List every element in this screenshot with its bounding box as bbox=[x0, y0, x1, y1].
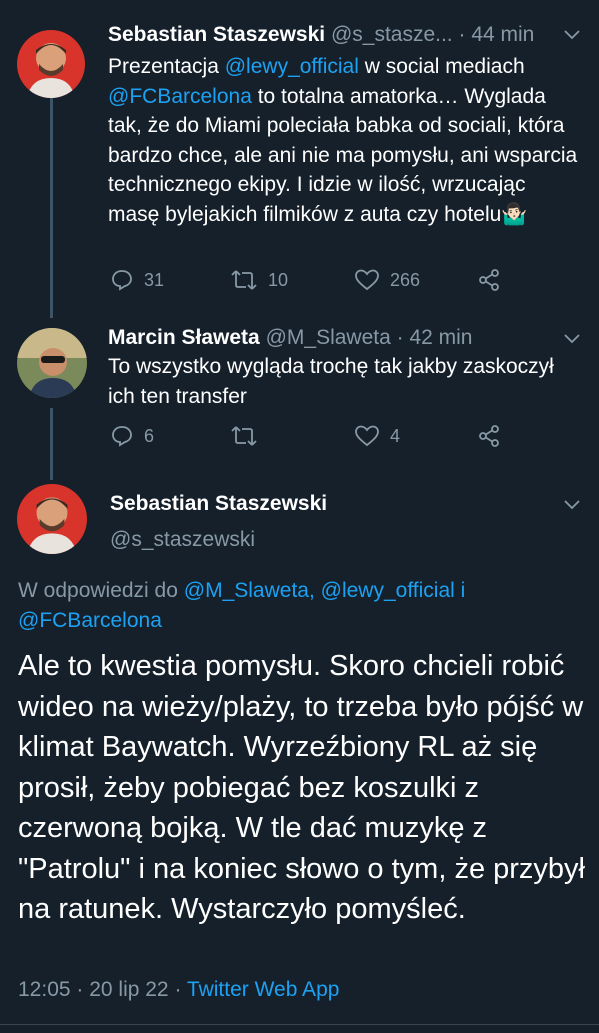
like-count: 4 bbox=[390, 425, 401, 446]
like-count: 266 bbox=[390, 269, 421, 290]
divider bbox=[0, 1024, 599, 1025]
tweet-body: To wszystko wygląda trochę tak jakby zas… bbox=[108, 355, 554, 408]
share-icon bbox=[479, 425, 499, 447]
thread-line bbox=[50, 98, 53, 318]
retweet-count: 10 bbox=[268, 269, 289, 290]
retweet-button[interactable]: 10 bbox=[230, 268, 288, 292]
reply-button[interactable]: 6 bbox=[110, 424, 154, 448]
reply-button[interactable]: 31 bbox=[110, 268, 164, 292]
reply-context: W odpowiedzi do @M_Slaweta, @lewy_offici… bbox=[18, 576, 578, 636]
retweet-icon bbox=[231, 270, 257, 290]
tweet-time[interactable]: 44 min bbox=[471, 23, 534, 46]
thread-line bbox=[50, 408, 53, 480]
avatar[interactable] bbox=[17, 30, 85, 98]
avatar-photo-icon bbox=[17, 328, 87, 398]
tweet-header: Sebastian Staszewski @s_stasze... · 44 m… bbox=[108, 23, 535, 46]
mention-link[interactable]: @FCBarcelona bbox=[108, 85, 252, 108]
reply-icon bbox=[112, 270, 132, 291]
avatar-photo-icon bbox=[17, 30, 85, 98]
like-button[interactable]: 4 bbox=[354, 424, 400, 448]
tweet-body: Prezentacja @lewy_official w social medi… bbox=[108, 52, 578, 229]
tweet-body: Ale to kwestia pomysłu. Skoro chcieli ro… bbox=[18, 650, 585, 925]
reply-count: 31 bbox=[144, 269, 165, 290]
author-handle[interactable]: @s_stasze... bbox=[331, 23, 453, 46]
avatar[interactable] bbox=[17, 328, 87, 398]
share-button[interactable] bbox=[477, 424, 501, 448]
body-text: Prezentacja bbox=[108, 55, 225, 78]
reply-context-prefix: W odpowiedzi do bbox=[18, 579, 184, 602]
tweet-time[interactable]: 42 min bbox=[409, 326, 472, 349]
body-text: w social mediach bbox=[358, 55, 525, 78]
author-name[interactable]: Marcin Sławeta bbox=[108, 326, 260, 349]
author-handle[interactable]: @M_Slaweta bbox=[266, 326, 391, 349]
avatar-photo-icon bbox=[17, 484, 87, 554]
retweet-icon bbox=[231, 426, 257, 446]
tweet-actions: 31 10 266 bbox=[108, 268, 528, 298]
retweet-button[interactable] bbox=[230, 424, 268, 448]
chevron-down-icon[interactable] bbox=[563, 26, 581, 49]
like-icon bbox=[355, 269, 379, 291]
tweet-timestamp[interactable]: 12:05 · 20 lip 22 · bbox=[18, 978, 187, 1001]
share-button[interactable] bbox=[477, 268, 501, 292]
author-name[interactable]: Sebastian Staszewski bbox=[110, 492, 327, 516]
tweet-header: Marcin Sławeta @M_Slaweta · 42 min bbox=[108, 326, 473, 349]
reply-count: 6 bbox=[144, 425, 155, 446]
like-icon bbox=[355, 425, 379, 447]
mention-link[interactable]: @lewy_official bbox=[225, 55, 359, 78]
like-button[interactable]: 266 bbox=[354, 268, 420, 292]
chevron-down-icon[interactable] bbox=[563, 496, 581, 519]
reply-icon bbox=[112, 426, 132, 447]
tweet-actions: 6 4 bbox=[108, 424, 528, 454]
tweet-source[interactable]: Twitter Web App bbox=[187, 978, 340, 1001]
author-name[interactable]: Sebastian Staszewski bbox=[108, 23, 325, 46]
avatar[interactable] bbox=[17, 484, 87, 554]
share-icon bbox=[479, 269, 499, 291]
tweet-meta: 12:05 · 20 lip 22 · Twitter Web App bbox=[18, 978, 339, 1002]
author-handle[interactable]: @s_staszewski bbox=[110, 528, 255, 552]
chevron-down-icon[interactable] bbox=[563, 330, 581, 353]
